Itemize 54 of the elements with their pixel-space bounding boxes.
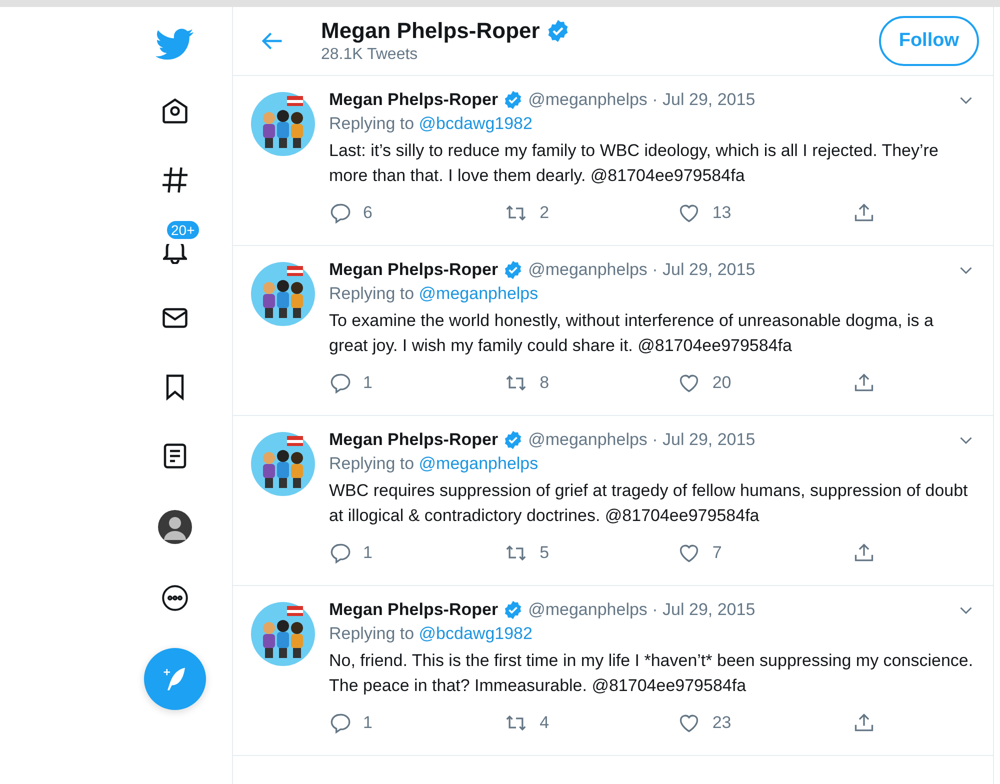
replying-label: Replying to: [329, 454, 414, 473]
mention-link[interactable]: @meganphelps: [418, 284, 538, 303]
like-count: 23: [712, 713, 732, 733]
share-icon[interactable]: [852, 542, 875, 564]
like-count: 20: [712, 373, 732, 393]
author-name[interactable]: Megan Phelps-Roper: [329, 430, 498, 450]
retweet-count: 8: [540, 373, 550, 393]
author-name[interactable]: Megan Phelps-Roper: [329, 260, 498, 280]
compose-button[interactable]: [144, 648, 206, 710]
heart-icon[interactable]: [678, 542, 700, 564]
heart-icon[interactable]: [678, 372, 700, 394]
handle-date: @meganphelps · Jul 29, 2015: [528, 430, 756, 450]
share-icon[interactable]: [852, 202, 875, 224]
heart-icon[interactable]: [678, 202, 700, 224]
profile-name: Megan Phelps-Roper: [321, 18, 540, 44]
reply-icon[interactable]: [329, 712, 351, 734]
tweet-text: WBC requires suppression of grief at tragedy of fellow humans, suppression of doubt at illogical & contradictory doctrines. @81704ee979584fa: [329, 480, 969, 527]
handle-date: @meganphelps · Jul 29, 2015: [528, 260, 756, 280]
reply-icon[interactable]: [329, 202, 351, 224]
hashtag-icon[interactable]: [160, 165, 190, 195]
author-name[interactable]: Megan Phelps-Roper: [329, 90, 498, 110]
replying-label: Replying to: [329, 114, 414, 133]
handle-date: @meganphelps · Jul 29, 2015: [528, 90, 756, 110]
retweet-count: 5: [540, 543, 550, 563]
notification-badge: 20+: [166, 220, 200, 240]
tweet-text: No, friend. This is the first time in my life I *haven’t* been suppressing my conscience. The peace in that? Immeasurable. @81704ee979584fa: [329, 650, 974, 697]
replying-label: Replying to: [329, 624, 414, 643]
mention-link[interactable]: @bcdawg1982: [418, 114, 532, 133]
follow-button[interactable]: Follow: [878, 16, 979, 66]
share-icon[interactable]: [852, 372, 875, 394]
reply-count: 1: [363, 713, 372, 733]
share-icon[interactable]: [852, 712, 875, 734]
heart-icon[interactable]: [678, 712, 700, 734]
like-count: 13: [712, 203, 732, 223]
reply-icon[interactable]: [329, 542, 351, 564]
replying-label: Replying to: [329, 284, 414, 303]
like-count: 7: [712, 543, 722, 563]
reply-count: 6: [363, 203, 372, 223]
mention-link[interactable]: @bcdawg1982: [418, 624, 532, 643]
handle-date: @meganphelps · Jul 29, 2015: [528, 600, 756, 620]
bell-icon[interactable]: [163, 244, 187, 264]
retweet-count: 2: [540, 203, 550, 223]
retweet-count: 4: [540, 713, 550, 733]
reply-icon[interactable]: [329, 372, 351, 394]
more-icon[interactable]: [160, 583, 190, 613]
reply-count: 1: [363, 373, 372, 393]
profile-avatar-icon[interactable]: [158, 510, 192, 544]
tweet-text: Last: it’s silly to reduce my family to WBC ideology, which is all I rejected. They’re more than that. I love them dearly. @81704ee979584fa: [329, 140, 940, 187]
home-icon[interactable]: [160, 96, 190, 126]
reply-count: 1: [363, 543, 372, 563]
tweet-text: To examine the world honestly, without interference of unreasonable dogma, is a great joy. I wish my family could share it. @81704ee979584fa: [329, 310, 934, 357]
author-name[interactable]: Megan Phelps-Roper: [329, 600, 498, 620]
mention-link[interactable]: @meganphelps: [418, 454, 538, 473]
tweet-count: 28.1K Tweets: [321, 46, 419, 64]
